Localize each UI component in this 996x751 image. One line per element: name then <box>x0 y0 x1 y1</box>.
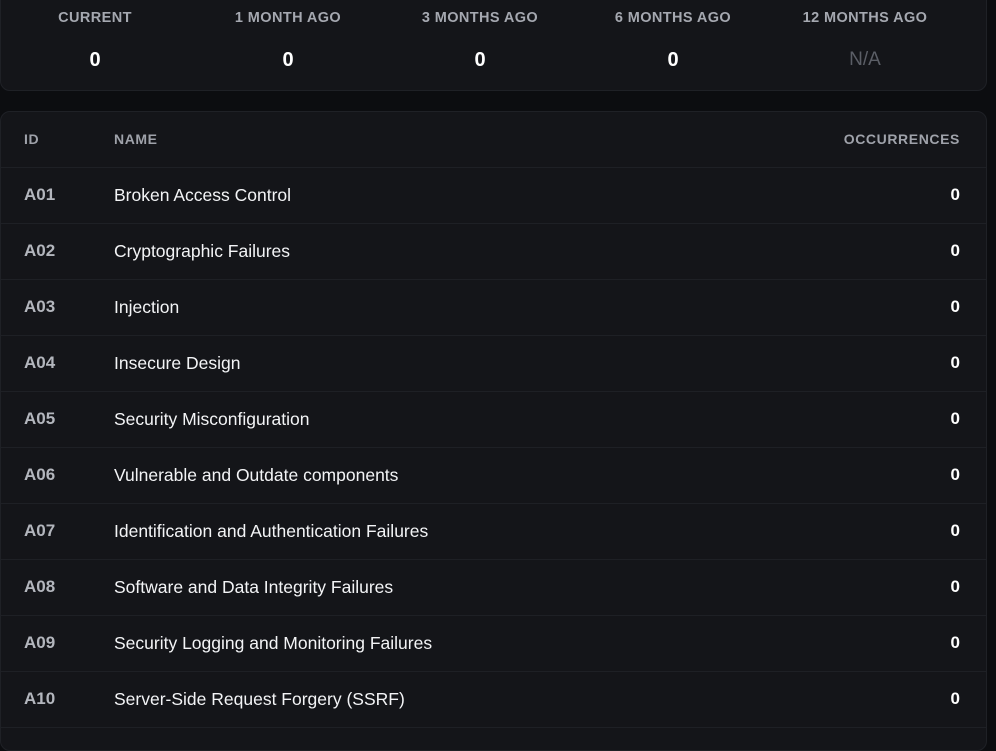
row-id: A10 <box>24 689 56 708</box>
stat-label: 1 MONTH AGO <box>234 10 342 26</box>
table-row[interactable]: A02 Cryptographic Failures 0 <box>1 224 986 280</box>
row-name: Software and Data Integrity Failures <box>114 577 394 597</box>
row-id: A08 <box>24 577 56 596</box>
row-occurrences: 0 <box>950 577 960 596</box>
table-row[interactable]: A08 Software and Data Integrity Failures… <box>1 560 986 616</box>
table-header-row: ID NAME OCCURRENCES <box>1 112 986 168</box>
row-id: A02 <box>24 241 56 260</box>
row-name: Vulnerable and Outdate components <box>114 465 399 485</box>
row-name: Cryptographic Failures <box>114 241 291 261</box>
table-row[interactable]: A09 Security Logging and Monitoring Fail… <box>1 616 986 672</box>
row-occurrences: 0 <box>950 185 960 204</box>
stat-value: 0 <box>282 49 294 71</box>
column-header-name[interactable]: NAME <box>114 112 158 168</box>
row-name: Identification and Authentication Failur… <box>114 521 429 541</box>
stat-label: CURRENT <box>58 10 132 26</box>
row-id: A06 <box>24 465 56 484</box>
row-name: Injection <box>114 297 180 317</box>
row-name: Security Logging and Monitoring Failures <box>114 633 433 653</box>
stat-label: 6 MONTHS AGO <box>614 10 732 26</box>
owasp-category-table: ID NAME OCCURRENCES A01 Broken Access Co… <box>0 111 987 751</box>
table-row[interactable]: A07 Identification and Authentication Fa… <box>1 504 986 560</box>
stat-value: 0 <box>474 49 486 71</box>
table-row[interactable]: A05 Security Misconfiguration 0 <box>1 392 986 448</box>
row-id: A04 <box>24 353 56 372</box>
row-occurrences: 0 <box>950 521 960 540</box>
row-id: A09 <box>24 633 56 652</box>
stat-current: CURRENT 0 <box>15 8 175 72</box>
stat-6-months-ago: 6 MONTHS AGO 0 <box>593 8 753 72</box>
row-name: Broken Access Control <box>114 185 292 205</box>
row-occurrences: 0 <box>950 241 960 260</box>
table-row[interactable]: A10 Server-Side Request Forgery (SSRF) 0 <box>1 672 986 728</box>
row-occurrences: 0 <box>950 689 960 708</box>
row-name: Insecure Design <box>114 353 241 373</box>
row-id: A01 <box>24 185 56 204</box>
row-occurrences: 0 <box>950 409 960 428</box>
stat-value: 0 <box>667 49 679 71</box>
table-row[interactable]: A01 Broken Access Control 0 <box>1 168 986 224</box>
occurrence-history-card: CURRENT 0 1 MONTH AGO 0 3 MONTHS AGO 0 6… <box>0 0 987 91</box>
row-id: A05 <box>24 409 56 428</box>
column-header-id[interactable]: ID <box>24 112 39 168</box>
row-name: Security Misconfiguration <box>114 409 310 429</box>
row-id: A03 <box>24 297 56 316</box>
row-name: Server-Side Request Forgery (SSRF) <box>114 689 405 709</box>
stat-label: 12 MONTHS AGO <box>802 10 928 26</box>
stat-label: 3 MONTHS AGO <box>421 10 539 26</box>
table-row[interactable]: A06 Vulnerable and Outdate components 0 <box>1 448 986 504</box>
row-occurrences: 0 <box>950 633 960 652</box>
column-header-occurrences[interactable]: OCCURRENCES <box>844 112 960 168</box>
row-occurrences: 0 <box>950 465 960 484</box>
row-id: A07 <box>24 521 56 540</box>
stat-1-month-ago: 1 MONTH AGO 0 <box>208 8 368 72</box>
table-row[interactable]: A03 Injection 0 <box>1 280 986 336</box>
stat-value: 0 <box>89 49 101 71</box>
stat-3-months-ago: 3 MONTHS AGO 0 <box>400 8 560 72</box>
row-occurrences: 0 <box>950 297 960 316</box>
table-row[interactable]: A04 Insecure Design 0 <box>1 336 986 392</box>
row-occurrences: 0 <box>950 353 960 372</box>
stat-12-months-ago: 12 MONTHS AGO N/A <box>785 8 945 72</box>
stat-value: N/A <box>849 49 881 70</box>
